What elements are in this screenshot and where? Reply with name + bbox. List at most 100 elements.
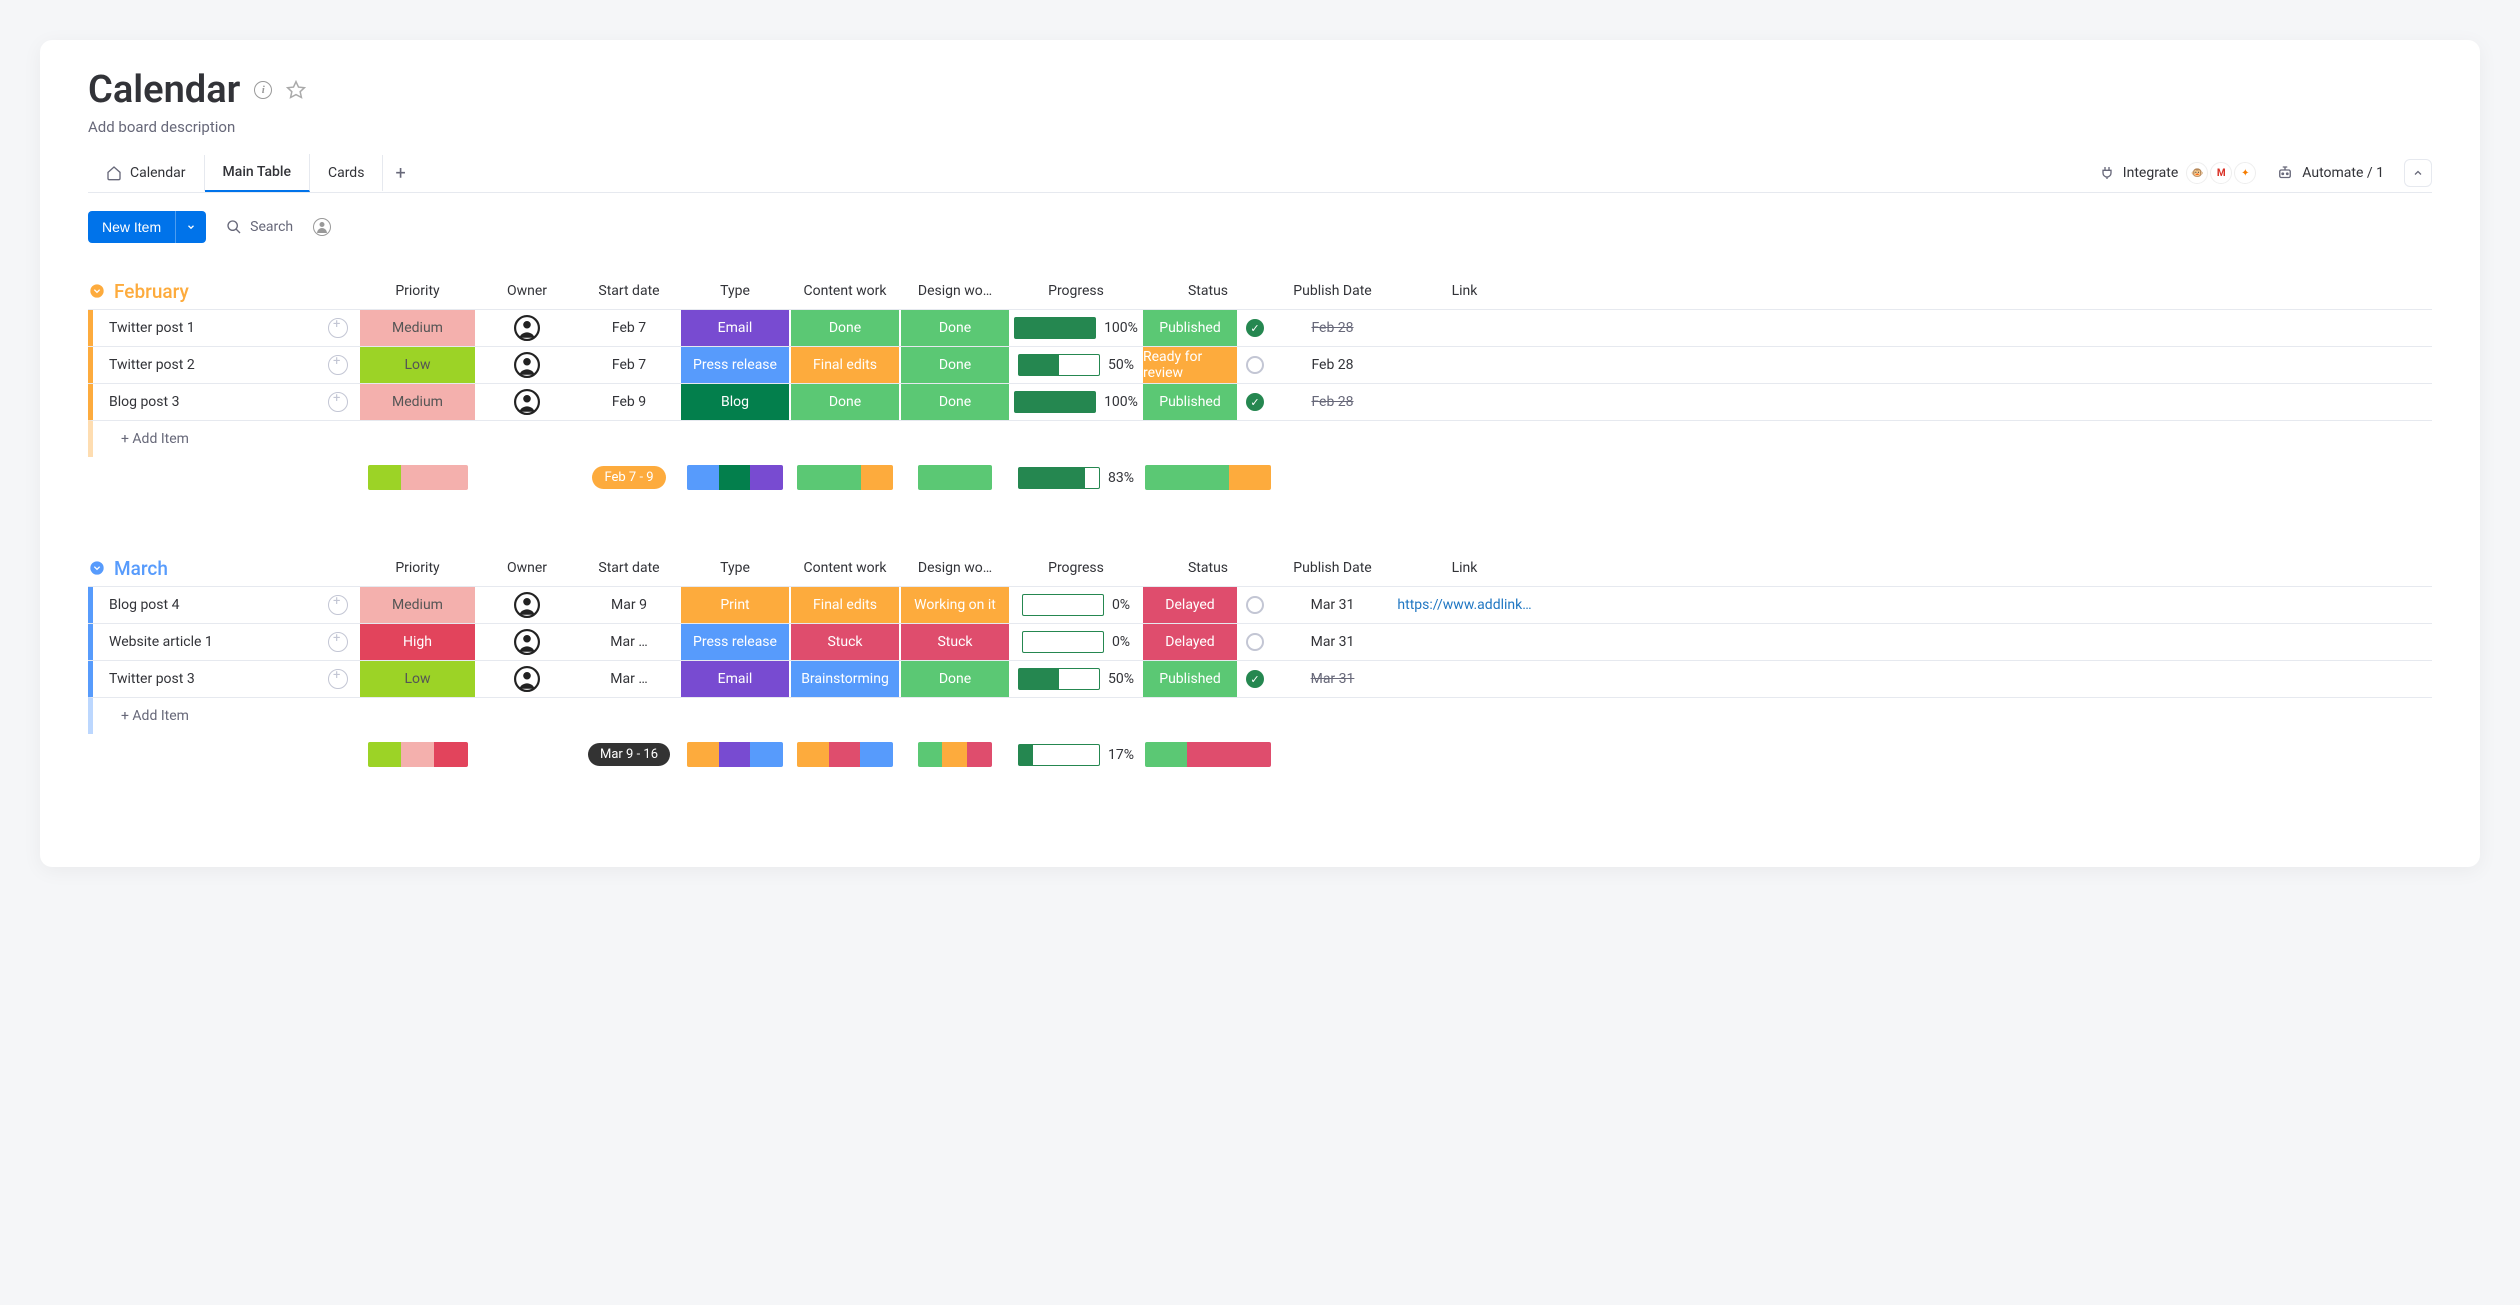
priority-cell[interactable]: Medium [360, 310, 475, 346]
priority-cell[interactable]: High [360, 624, 475, 660]
collapse-panel-button[interactable] [2404, 159, 2432, 187]
column-header[interactable]: Progress [1011, 283, 1141, 299]
column-header[interactable]: Design wo… [901, 560, 1009, 576]
column-header[interactable]: Owner [477, 560, 577, 576]
link-cell[interactable] [1392, 347, 1537, 383]
link-cell[interactable]: https://www.addlink… [1392, 587, 1537, 623]
link-cell[interactable] [1392, 384, 1537, 420]
add-conversation-icon[interactable] [328, 632, 348, 652]
column-header[interactable]: Publish Date [1275, 283, 1390, 299]
column-header[interactable]: Owner [477, 283, 577, 299]
owner-cell[interactable] [477, 624, 577, 660]
publish-date-cell[interactable]: Mar 31 [1275, 624, 1390, 660]
publish-date-cell[interactable]: Feb 28 [1275, 310, 1390, 346]
start-date-cell[interactable]: Mar … [579, 624, 679, 660]
tab-cards[interactable]: Cards [310, 155, 383, 191]
column-header[interactable]: Publish Date [1275, 560, 1390, 576]
priority-cell[interactable]: Low [360, 347, 475, 383]
owner-cell[interactable] [477, 347, 577, 383]
link-cell[interactable] [1392, 310, 1537, 346]
column-header[interactable]: Start date [579, 560, 679, 576]
owner-cell[interactable] [477, 587, 577, 623]
design-work-cell[interactable]: Done [901, 310, 1009, 346]
column-header[interactable]: Design wo… [901, 283, 1009, 299]
group-collapse-button[interactable] [88, 282, 106, 300]
column-header[interactable]: Type [681, 560, 789, 576]
column-header[interactable]: Type [681, 283, 789, 299]
star-icon[interactable] [286, 80, 306, 100]
design-work-cell[interactable]: Done [901, 661, 1009, 697]
design-work-cell[interactable]: Done [901, 384, 1009, 420]
tab-calendar[interactable]: Calendar [88, 155, 205, 191]
type-cell[interactable]: Print [681, 587, 789, 623]
content-work-cell[interactable]: Done [791, 384, 899, 420]
design-work-cell[interactable]: Working on it [901, 587, 1009, 623]
tab-main-table[interactable]: Main Table [205, 154, 310, 192]
group-title[interactable]: March [114, 557, 168, 580]
progress-cell[interactable]: 50% [1011, 661, 1141, 697]
progress-cell[interactable]: 0% [1011, 587, 1141, 623]
link-cell[interactable] [1392, 661, 1537, 697]
progress-cell[interactable]: 50% [1011, 347, 1141, 383]
publish-date-cell[interactable]: Feb 28 [1275, 347, 1390, 383]
column-header[interactable]: Link [1392, 283, 1537, 299]
content-work-cell[interactable]: Final edits [791, 587, 899, 623]
status-cell[interactable]: Delayed [1143, 587, 1273, 623]
row-title-cell[interactable]: Twitter post 1 [88, 310, 358, 346]
group-title[interactable]: February [114, 280, 189, 303]
row-title-cell[interactable]: Twitter post 3 [88, 661, 358, 697]
column-header[interactable]: Status [1143, 560, 1273, 576]
owner-cell[interactable] [477, 310, 577, 346]
link-cell[interactable] [1392, 624, 1537, 660]
add-item-button[interactable]: + Add Item [88, 420, 2432, 457]
person-filter-button[interactable] [313, 218, 331, 236]
publish-date-cell[interactable]: Mar 31 [1275, 587, 1390, 623]
start-date-cell[interactable]: Feb 9 [579, 384, 679, 420]
status-cell[interactable]: Published✓ [1143, 384, 1273, 420]
type-cell[interactable]: Email [681, 310, 789, 346]
column-header[interactable]: Priority [360, 560, 475, 576]
start-date-cell[interactable]: Feb 7 [579, 347, 679, 383]
priority-cell[interactable]: Low [360, 661, 475, 697]
progress-cell[interactable]: 100% [1011, 310, 1141, 346]
add-conversation-icon[interactable] [328, 392, 348, 412]
priority-cell[interactable]: Medium [360, 384, 475, 420]
progress-cell[interactable]: 0% [1011, 624, 1141, 660]
row-title-cell[interactable]: Blog post 4 [88, 587, 358, 623]
content-work-cell[interactable]: Brainstorming [791, 661, 899, 697]
content-work-cell[interactable]: Stuck [791, 624, 899, 660]
column-header[interactable]: Progress [1011, 560, 1141, 576]
status-cell[interactable]: Published✓ [1143, 661, 1273, 697]
type-cell[interactable]: Blog [681, 384, 789, 420]
add-conversation-icon[interactable] [328, 355, 348, 375]
column-header[interactable]: Link [1392, 560, 1537, 576]
start-date-cell[interactable]: Feb 7 [579, 310, 679, 346]
status-cell[interactable]: Delayed [1143, 624, 1273, 660]
status-cell[interactable]: Ready for review [1143, 347, 1273, 383]
row-title-cell[interactable]: Website article 1 [88, 624, 358, 660]
row-title-cell[interactable]: Twitter post 2 [88, 347, 358, 383]
owner-cell[interactable] [477, 384, 577, 420]
column-header[interactable]: Start date [579, 283, 679, 299]
add-conversation-icon[interactable] [328, 318, 348, 338]
type-cell[interactable]: Press release [681, 347, 789, 383]
design-work-cell[interactable]: Stuck [901, 624, 1009, 660]
publish-date-cell[interactable]: Feb 28 [1275, 384, 1390, 420]
content-work-cell[interactable]: Final edits [791, 347, 899, 383]
search-button[interactable]: Search [226, 219, 293, 235]
new-item-button[interactable]: New Item [88, 211, 175, 243]
type-cell[interactable]: Press release [681, 624, 789, 660]
priority-cell[interactable]: Medium [360, 587, 475, 623]
start-date-cell[interactable]: Mar … [579, 661, 679, 697]
board-subtitle[interactable]: Add board description [88, 118, 2432, 136]
status-cell[interactable]: Published✓ [1143, 310, 1273, 346]
start-date-cell[interactable]: Mar 9 [579, 587, 679, 623]
progress-cell[interactable]: 100% [1011, 384, 1141, 420]
automate-button[interactable]: Automate / 1 [2276, 164, 2384, 182]
add-conversation-icon[interactable] [328, 669, 348, 689]
publish-date-cell[interactable]: Mar 31 [1275, 661, 1390, 697]
column-header[interactable]: Status [1143, 283, 1273, 299]
content-work-cell[interactable]: Done [791, 310, 899, 346]
column-header[interactable]: Content work [791, 560, 899, 576]
column-header[interactable]: Content work [791, 283, 899, 299]
